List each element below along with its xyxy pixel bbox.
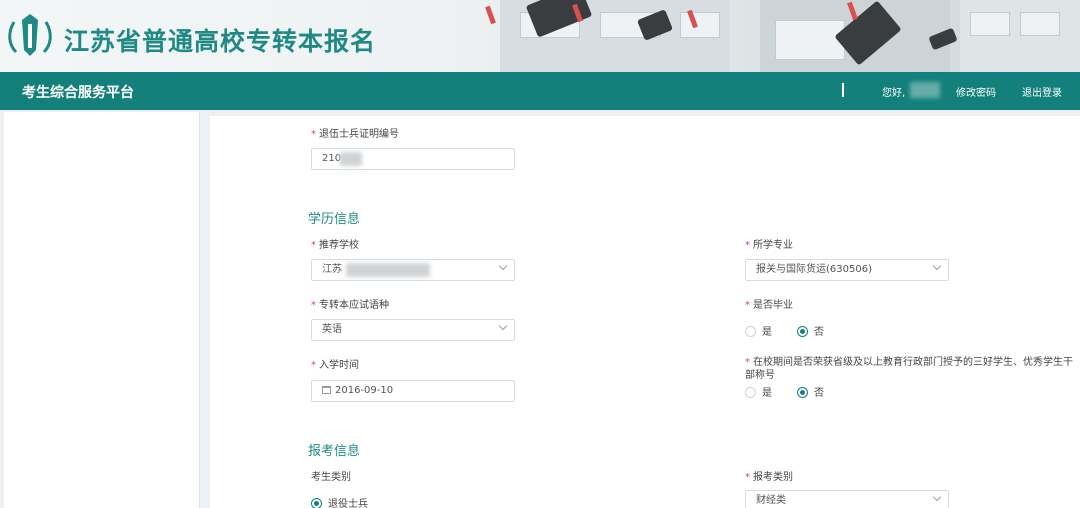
banner-window xyxy=(1020,12,1060,36)
banner-window xyxy=(680,12,720,38)
flag-icon xyxy=(485,5,496,25)
veteran-id-label: * 退伍士兵证明编号 xyxy=(311,129,399,140)
honors-radio-group: 是 否 xyxy=(745,384,865,399)
recommend-school-select[interactable]: 江苏 xyxy=(311,259,515,281)
registration-section-title: 报考信息 xyxy=(308,444,361,459)
user-name-redacted xyxy=(910,82,940,98)
chevron-down-icon xyxy=(932,261,942,271)
apply-category-label: * 报考类别 xyxy=(745,472,793,483)
veteran-id-input[interactable]: 210 xyxy=(311,148,515,170)
site-title: 江苏省普通高校专转本报名 xyxy=(64,27,377,56)
sidebar xyxy=(4,112,200,508)
candidate-type-radio-group: 退役士兵 xyxy=(311,495,431,508)
exam-language-label: * 专转本应试语种 xyxy=(311,300,389,311)
graduated-yes-radio[interactable]: 是 xyxy=(745,323,772,338)
graduated-radio-group: 是 否 xyxy=(745,323,865,338)
apply-category-select[interactable]: 财经类 xyxy=(745,490,949,508)
chevron-down-icon xyxy=(498,321,508,331)
change-password-link[interactable]: 修改密码 xyxy=(956,84,996,99)
redacted-value xyxy=(340,152,362,166)
banner-window xyxy=(970,12,1010,36)
nav-separator xyxy=(842,83,844,97)
chevron-down-icon xyxy=(498,261,508,271)
recommend-school-label: * 推荐学校 xyxy=(311,240,359,251)
banner-building xyxy=(960,0,1080,72)
graduated-no-radio[interactable]: 否 xyxy=(797,323,824,338)
top-nav: 考生综合服务平台 您好, 修改密码 退出登录 xyxy=(0,72,1080,110)
graduated-label: * 是否毕业 xyxy=(745,300,793,311)
school-logo-icon xyxy=(8,14,52,56)
candidate-type-label: 考生类别 xyxy=(311,472,351,483)
platform-title: 考生综合服务平台 xyxy=(22,85,134,101)
enroll-date-input[interactable]: 2016-09-10 xyxy=(311,380,515,402)
exam-language-select[interactable]: 英语 xyxy=(311,319,515,341)
chevron-down-icon xyxy=(932,492,942,502)
candidate-type-veteran-radio[interactable]: 退役士兵 xyxy=(311,495,368,508)
user-greeting: 您好, xyxy=(882,88,906,99)
education-section-title: 学历信息 xyxy=(308,212,361,227)
banner-window xyxy=(775,20,845,60)
logout-link[interactable]: 退出登录 xyxy=(1022,84,1062,99)
honors-yes-radio[interactable]: 是 xyxy=(745,384,772,399)
header-banner: 江苏省普通高校专转本报名 xyxy=(0,0,1080,72)
honors-no-radio[interactable]: 否 xyxy=(797,384,824,399)
major-select[interactable]: 报关与国际货运(630506) xyxy=(745,259,949,281)
major-label: * 所学专业 xyxy=(745,240,793,251)
calendar-icon xyxy=(322,386,331,394)
form-panel: * 退伍士兵证明编号 210 学历信息 * 推荐学校 江苏 * 所学专业 报关与国际货… xyxy=(210,116,1080,508)
honors-label: * 在校期间是否荣获省级及以上教育行政部门授予的三好学生、优秀学生干部称号 xyxy=(745,357,1073,381)
enroll-date-label: * 入学时间 xyxy=(311,360,359,371)
redacted-value xyxy=(346,263,430,277)
